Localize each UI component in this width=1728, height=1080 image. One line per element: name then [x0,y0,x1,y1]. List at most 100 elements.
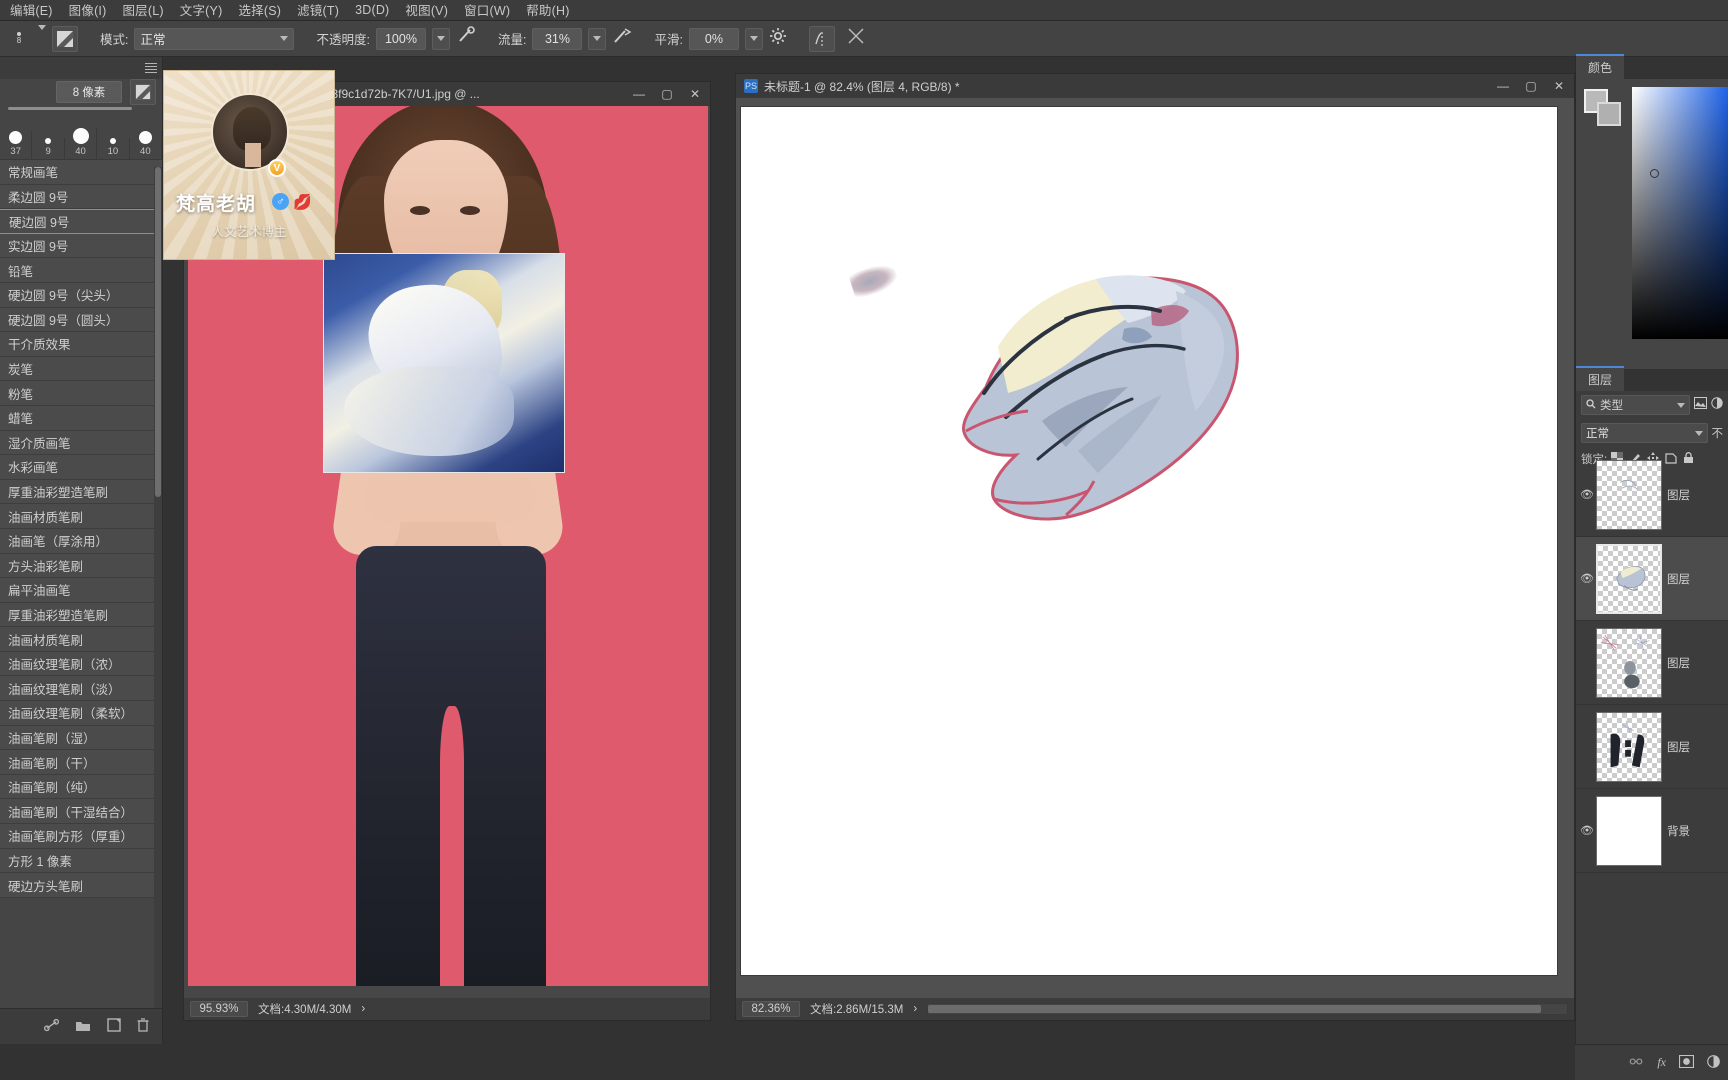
link-layers-icon[interactable] [1629,1056,1644,1070]
brush-preset-item[interactable]: 水彩画笔 [0,455,162,480]
menu-item-view[interactable]: 视图(V) [397,0,456,22]
color-swatches[interactable] [1584,89,1621,126]
menu-item-help[interactable]: 帮助(H) [518,0,577,22]
brush-size-slider[interactable] [8,107,132,110]
brush-preset-item[interactable]: 柔边圆 9号 [0,184,162,210]
brush-preset-icon[interactable] [52,25,78,52]
brush-preset-item[interactable]: 干介质效果 [0,332,162,357]
flow-input[interactable]: 31% [532,27,583,50]
brush-preset-item[interactable]: 硬边圆 9号（尖头） [0,282,162,308]
layer-row[interactable]: 图层 [1576,621,1728,705]
document-title-bar[interactable]: PS 未标题-1 @ 82.4% (图层 4, RGB/8) * — ▢ ✕ [736,74,1574,98]
airbrush-icon[interactable] [612,26,632,51]
menu-item-edit[interactable]: 编辑(E) [2,0,61,22]
brush-preset-item[interactable]: 硬边方头笔刷 [0,873,162,898]
brush-preset-item[interactable]: 油画纹理笔刷（柔软） [0,701,162,726]
brush-preset-item[interactable]: 方头油彩笔刷 [0,553,162,579]
layer-row-selected[interactable]: 👁 图层 [1576,537,1728,621]
brush-preset-item[interactable]: 油画笔刷（湿） [0,725,162,751]
filter-adjustment-icon[interactable] [1711,396,1723,414]
pasted-selection[interactable] [323,253,565,473]
menu-item-image[interactable]: 图像(I) [61,0,115,22]
brush-preset-item[interactable]: 方形 1 像素 [0,848,162,874]
smoothing-chevron-down-icon[interactable] [744,27,763,50]
layer-blend-mode-select[interactable]: 正常 [1581,423,1708,443]
status-expand-arrow[interactable]: › [913,1003,917,1015]
brush-size-preview[interactable]: 8 [6,27,32,51]
brush-preset-item[interactable]: 油画笔刷方形（厚重） [0,824,162,849]
opacity-chevron-down-icon[interactable] [431,27,450,50]
document-window-artwork[interactable]: PS 未标题-1 @ 82.4% (图层 4, RGB/8) * — ▢ ✕ 8… [735,73,1575,1021]
pressure-opacity-icon[interactable] [456,26,476,51]
brush-preset-item[interactable]: 铅笔 [0,258,162,283]
brush-preset-item[interactable]: 油画笔（厚涂用） [0,528,162,554]
link-icon[interactable] [43,1018,60,1035]
folder-icon[interactable] [75,1019,91,1035]
brush-preset-item[interactable]: 厚重油彩塑造笔刷 [0,479,162,505]
layer-row[interactable]: 👁 背景 [1576,789,1728,873]
panel-menu-icon[interactable] [145,63,157,73]
brush-tip[interactable]: 10 [97,138,130,159]
color-picker-field[interactable] [1632,87,1728,339]
smoothing-input[interactable]: 0% [688,27,739,50]
layer-filter-select[interactable]: 类型 [1581,395,1690,415]
brush-preset-item[interactable]: 油画笔刷（纯） [0,774,162,800]
flow-chevron-down-icon[interactable] [588,27,607,50]
minimize-icon[interactable]: — [1492,77,1514,95]
layer-visibility-icon[interactable]: 👁 [1578,572,1596,585]
brush-preset-item[interactable]: 油画笔刷（干） [0,750,162,775]
close-icon[interactable]: ✕ [684,85,706,103]
brush-preset-item[interactable]: 粉笔 [0,381,162,406]
brush-preset-item[interactable]: 实边圆 9号 [0,233,162,259]
brush-preset-item[interactable]: 油画材质笔刷 [0,627,162,652]
brush-preset-item[interactable]: 厚重油彩塑造笔刷 [0,602,162,628]
layer-row[interactable]: 👁 图层 [1576,453,1728,537]
maximize-icon[interactable]: ▢ [1520,77,1542,95]
horizontal-scrollbar[interactable] [927,1003,1568,1015]
brush-preset-item[interactable]: 扁平油画笔 [0,578,162,603]
zoom-level[interactable]: 95.93% [190,1001,248,1017]
menu-item-select[interactable]: 选择(S) [230,0,289,22]
menu-item-window[interactable]: 窗口(W) [456,0,518,22]
trash-icon[interactable] [137,1018,149,1035]
layer-thumbnail[interactable] [1596,543,1662,614]
layer-thumbnail[interactable] [1596,459,1662,530]
close-icon[interactable]: ✕ [1548,77,1570,95]
brush-list-scrollbar[interactable] [154,167,162,1044]
symmetry-icon[interactable] [808,25,835,52]
brush-size-value[interactable]: 8 像素 [56,81,122,103]
minimize-icon[interactable]: — [628,85,650,103]
document-canvas-area[interactable] [736,98,1574,998]
fx-icon[interactable]: fx [1657,1055,1666,1070]
maximize-icon[interactable]: ▢ [656,85,678,103]
brush-preset-item[interactable]: 油画材质笔刷 [0,504,162,529]
blend-mode-select[interactable]: 正常 [134,27,295,50]
new-brush-icon[interactable] [107,1018,121,1035]
brush-preset-item[interactable]: 油画纹理笔刷（淡） [0,676,162,702]
background-color-swatch[interactable] [1597,102,1621,126]
brush-settings-icon[interactable] [130,79,156,105]
zoom-level[interactable]: 82.36% [742,1001,800,1017]
profile-card-overlay[interactable]: V 梵高老胡 ♂ 💋 人文艺术博主 [163,70,335,260]
brush-tip[interactable]: 37 [0,131,33,159]
menu-item-3d[interactable]: 3D(D) [347,1,397,20]
adjustment-icon[interactable] [1707,1054,1720,1071]
layer-thumbnail[interactable] [1596,627,1662,698]
layer-thumbnail[interactable] [1596,711,1662,782]
brush-preset-item[interactable]: 油画纹理笔刷（浓） [0,651,162,677]
brush-preset-item[interactable]: 常规画笔 [0,160,162,185]
layer-visibility-icon[interactable]: 👁 [1578,824,1596,837]
menu-item-filter[interactable]: 滤镜(T) [289,0,347,22]
brush-preset-item[interactable]: 炭笔 [0,356,162,382]
brush-preset-item[interactable]: 油画笔刷（干湿结合） [0,799,162,825]
layer-list[interactable]: 👁 图层 👁 图层 图层 图层 👁 背景 [1576,453,1728,1044]
menu-item-type[interactable]: 文字(Y) [172,0,231,22]
brush-preset-item-selected[interactable]: 硬边圆 9号 [0,209,162,234]
brush-preset-item[interactable]: 蜡笔 [0,405,162,431]
layer-row[interactable]: 图层 [1576,705,1728,789]
artboard[interactable] [740,106,1558,976]
brush-tip[interactable]: 40 [130,131,162,159]
menu-item-layer[interactable]: 图层(L) [114,0,171,22]
opacity-input[interactable]: 100% [375,27,426,50]
filter-pixel-icon[interactable] [1694,396,1707,414]
